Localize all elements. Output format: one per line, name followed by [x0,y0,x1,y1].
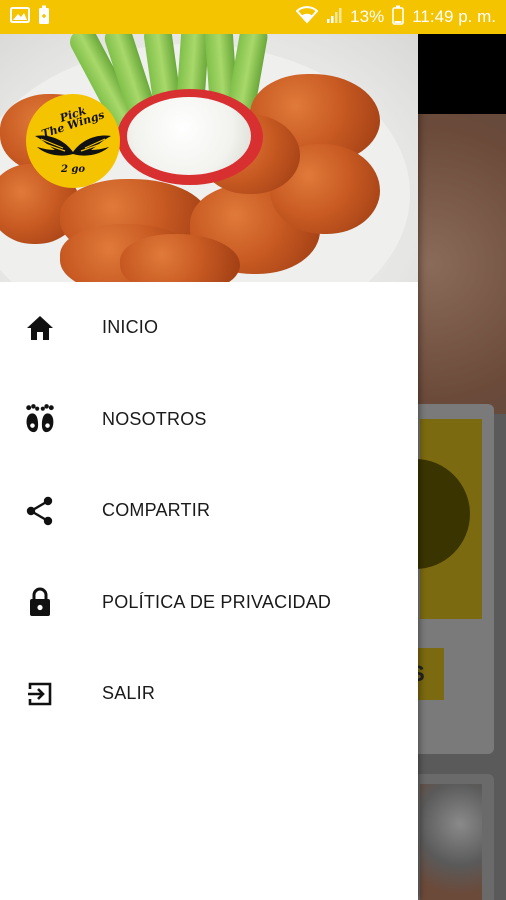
menu-item-nosotros[interactable]: NOSOTROS [0,374,418,466]
menu-item-label: COMPARTIR [102,500,211,521]
logo-line-3: 2 go [60,164,86,175]
status-right: 13% 11:49 p. m. [295,5,496,30]
background-card-image-2 [420,784,482,900]
brand-logo: Pick The Wings 2 go [26,94,120,188]
battery-saver-icon [38,5,50,30]
wifi-icon [295,5,319,29]
signal-icon [326,6,342,29]
clock: 11:49 p. m. [412,7,496,26]
menu-item-label: INICIO [102,317,159,338]
drawer-header-image: Pick The Wings 2 go [0,34,418,282]
battery-icon [392,5,405,30]
wings-icon [35,135,111,156]
status-left [10,5,50,30]
background-card-image [360,419,482,619]
paws-icon [24,403,56,435]
menu-item-label: NOSOTROS [102,408,207,429]
battery-percent: 13% [350,7,385,26]
menu-item-inicio[interactable]: INICIO [0,282,418,374]
menu-item-label: POLÍTICA DE PRIVACIDAD [102,591,332,612]
menu-item-politica-de-privacidad[interactable]: POLÍTICA DE PRIVACIDAD [0,557,418,649]
ranch-dip [127,97,251,175]
home-icon [24,312,56,344]
share-icon [24,495,56,527]
menu-item-salir[interactable]: SALIR [0,648,418,740]
status-bar: 13% 11:49 p. m. [0,0,506,34]
lock-icon [24,586,56,618]
background-product-card-2 [410,774,494,900]
drawer-menu: INICIO NOSOTROS COMPARTIR POLÍTICA DE PR… [0,282,418,740]
exit-icon [24,678,56,710]
menu-item-compartir[interactable]: COMPARTIR [0,465,418,557]
background-product-card: S [360,404,494,754]
menu-item-label: SALIR [102,683,156,704]
navigation-drawer: Pick The Wings 2 go INICIO NOSOTROS COMP… [0,34,418,900]
image-icon [10,6,30,28]
